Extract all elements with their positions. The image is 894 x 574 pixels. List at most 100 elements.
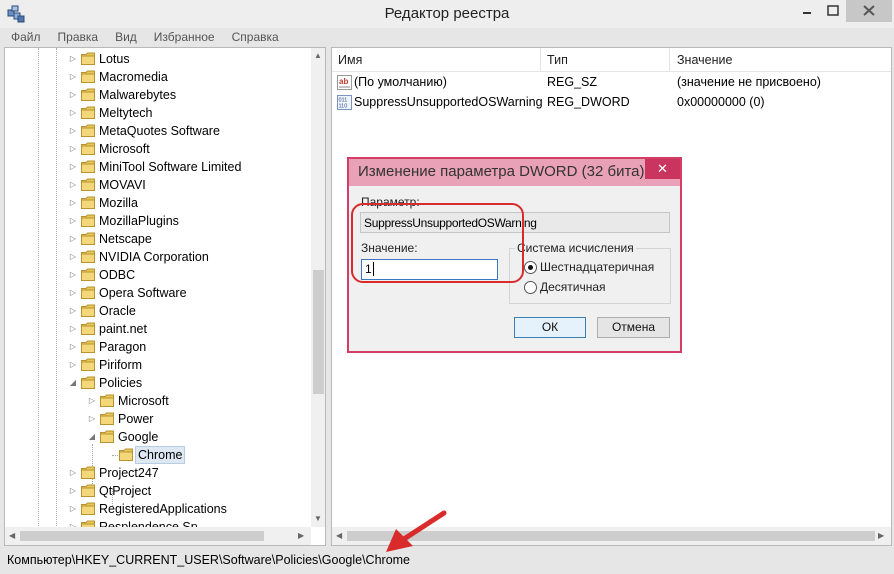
tree-item-label[interactable]: Piriform xyxy=(97,356,144,374)
column-separator[interactable] xyxy=(669,48,670,72)
collapsed-arrow-icon[interactable]: ▷ xyxy=(68,482,78,500)
radio-hexadecimal-label[interactable]: Шестнадцатеричная xyxy=(540,260,654,274)
tree-item-label[interactable]: ODBC xyxy=(97,266,137,284)
menu-view[interactable]: Вид xyxy=(106,28,145,46)
tree-item-label[interactable]: Power xyxy=(116,410,155,428)
collapsed-arrow-icon[interactable]: ▷ xyxy=(68,212,78,230)
tree-horizontal-scrollbar[interactable]: ◀ ▶ xyxy=(5,527,311,545)
menu-help[interactable]: Справка xyxy=(223,28,287,46)
collapsed-arrow-icon[interactable]: ▷ xyxy=(68,194,78,212)
tree-item[interactable]: ▷ Lotus xyxy=(5,50,310,68)
column-header-name[interactable]: Имя xyxy=(338,53,362,67)
tree-item-label[interactable]: Microsoft xyxy=(116,392,171,410)
tree-item[interactable]: ▷ Macromedia xyxy=(5,68,310,86)
tree-item-label[interactable]: Paragon xyxy=(97,338,148,356)
tree-hscroll-thumb[interactable] xyxy=(20,531,264,541)
collapsed-arrow-icon[interactable]: ▷ xyxy=(68,248,78,266)
tree-item-label[interactable]: MOVAVI xyxy=(97,176,148,194)
tree-item-label[interactable]: MiniTool Software Limited xyxy=(97,158,243,176)
collapsed-arrow-icon[interactable]: ▷ xyxy=(68,302,78,320)
tree-item-label[interactable]: NVIDIA Corporation xyxy=(97,248,211,266)
collapsed-arrow-icon[interactable]: ▷ xyxy=(68,230,78,248)
tree-item-label[interactable]: QtProject xyxy=(97,482,153,500)
cancel-button[interactable]: Отмена xyxy=(597,317,670,338)
tree-item-label[interactable]: Malwarebytes xyxy=(97,86,178,104)
tree-item[interactable]: ▷ Microsoft xyxy=(5,392,310,410)
tree-item[interactable]: ▷ ODBC xyxy=(5,266,310,284)
scroll-right-icon[interactable]: ▶ xyxy=(878,531,884,540)
tree-item[interactable]: ▷ Malwarebytes xyxy=(5,86,310,104)
collapsed-arrow-icon[interactable]: ▷ xyxy=(68,320,78,338)
tree-item-label[interactable]: Microsoft xyxy=(97,140,152,158)
scroll-down-icon[interactable]: ▼ xyxy=(314,514,322,523)
tree-item-label[interactable]: Netscape xyxy=(97,230,154,248)
scroll-left-icon[interactable]: ◀ xyxy=(336,531,342,540)
collapsed-arrow-icon[interactable]: ▷ xyxy=(68,50,78,68)
dialog-title-bar[interactable]: Изменение параметра DWORD (32 бита) ✕ xyxy=(349,159,680,186)
tree-item[interactable]: ▷ MetaQuotes Software xyxy=(5,122,310,140)
tree-item-label[interactable]: Lotus xyxy=(97,50,132,68)
collapsed-arrow-icon[interactable]: ▷ xyxy=(87,392,97,410)
tree-item[interactable]: ▷ MozillaPlugins xyxy=(5,212,310,230)
tree-item-label[interactable]: Mozilla xyxy=(97,194,140,212)
column-header-type[interactable]: Тип xyxy=(547,53,568,67)
tree-item-label[interactable]: RegisteredApplications xyxy=(97,500,229,518)
tree-item-label[interactable]: MozillaPlugins xyxy=(97,212,181,230)
tree-item[interactable]: ▷ Meltytech xyxy=(5,104,310,122)
radio-hexadecimal[interactable] xyxy=(524,261,537,274)
tree-scroll-thumb[interactable] xyxy=(313,270,324,394)
collapsed-arrow-icon[interactable]: ▷ xyxy=(68,356,78,374)
tree-item-label[interactable]: Oracle xyxy=(97,302,138,320)
collapsed-arrow-icon[interactable]: ▷ xyxy=(68,464,78,482)
tree-item[interactable]: ▷ RegisteredApplications xyxy=(5,500,310,518)
tree-item[interactable]: ▷ Paragon xyxy=(5,338,310,356)
collapsed-arrow-icon[interactable]: ▷ xyxy=(68,68,78,86)
radio-decimal[interactable] xyxy=(524,281,537,294)
menu-file[interactable]: Файл xyxy=(0,28,49,46)
tree-item[interactable]: Chrome xyxy=(5,446,310,464)
tree-item[interactable]: ▷ Netscape xyxy=(5,230,310,248)
dialog-close-button[interactable]: ✕ xyxy=(645,159,680,179)
tree-item-label[interactable]: Opera Software xyxy=(97,284,189,302)
list-row[interactable]: ab (По умолчанию) REG_SZ (значение не пр… xyxy=(332,73,891,93)
tree-item[interactable]: ▷ Mozilla xyxy=(5,194,310,212)
tree-item[interactable]: ▷ Piriform xyxy=(5,356,310,374)
tree-item[interactable]: ▷ MOVAVI xyxy=(5,176,310,194)
expanded-arrow-icon[interactable]: ◢ xyxy=(87,428,97,446)
tree-item[interactable]: ▷ paint.net xyxy=(5,320,310,338)
tree-item-label[interactable]: Chrome xyxy=(135,446,186,464)
minimize-button[interactable] xyxy=(794,0,820,22)
collapsed-arrow-icon[interactable]: ▷ xyxy=(68,158,78,176)
tree-item-label[interactable]: MetaQuotes Software xyxy=(97,122,222,140)
tree-item-label[interactable]: Project247 xyxy=(97,464,161,482)
tree-item[interactable]: ▷ Microsoft xyxy=(5,140,310,158)
collapsed-arrow-icon[interactable]: ▷ xyxy=(87,410,97,428)
list-row[interactable]: 011 110 SuppressUnsupportedOSWarning REG… xyxy=(332,93,891,113)
collapsed-arrow-icon[interactable]: ▷ xyxy=(68,338,78,356)
column-header-value[interactable]: Значение xyxy=(677,53,732,67)
tree-item[interactable]: ▷ Opera Software xyxy=(5,284,310,302)
menu-edit[interactable]: Правка xyxy=(49,28,107,46)
tree-item-label[interactable]: Policies xyxy=(97,374,144,392)
collapsed-arrow-icon[interactable]: ▷ xyxy=(68,122,78,140)
column-separator[interactable] xyxy=(540,48,541,72)
collapsed-arrow-icon[interactable]: ▷ xyxy=(68,284,78,302)
tree-item-label[interactable]: Macromedia xyxy=(97,68,170,86)
tree-item[interactable]: ◢ Policies xyxy=(5,374,310,392)
radio-decimal-label[interactable]: Десятичная xyxy=(540,280,606,294)
scroll-up-icon[interactable]: ▲ xyxy=(314,51,322,60)
tree-item[interactable]: ▷ NVIDIA Corporation xyxy=(5,248,310,266)
collapsed-arrow-icon[interactable]: ▷ xyxy=(68,266,78,284)
scroll-left-icon[interactable]: ◀ xyxy=(9,531,15,540)
tree-vertical-scrollbar[interactable]: ▲ ▼ xyxy=(311,48,325,527)
collapsed-arrow-icon[interactable]: ▷ xyxy=(68,104,78,122)
close-button[interactable] xyxy=(846,0,892,22)
collapsed-arrow-icon[interactable]: ▷ xyxy=(68,86,78,104)
collapsed-arrow-icon[interactable]: ▷ xyxy=(68,500,78,518)
tree-item[interactable]: ▷ Power xyxy=(5,410,310,428)
collapsed-arrow-icon[interactable]: ▷ xyxy=(68,176,78,194)
tree-item[interactable]: ▷ QtProject xyxy=(5,482,310,500)
scroll-right-icon[interactable]: ▶ xyxy=(298,531,304,540)
tree-item[interactable]: ▷ Oracle xyxy=(5,302,310,320)
expanded-arrow-icon[interactable]: ◢ xyxy=(68,374,78,392)
